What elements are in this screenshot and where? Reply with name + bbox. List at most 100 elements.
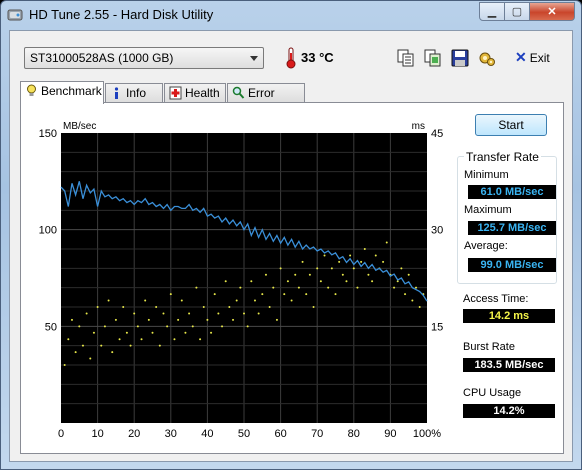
access-time-point (125, 331, 128, 334)
y-left-tick-label: 150 (39, 128, 57, 140)
magnifier-icon (232, 86, 245, 99)
access-time-point (404, 293, 407, 296)
access-time-label: Access Time: (463, 293, 529, 305)
access-time-point (122, 306, 125, 308)
access-time-point (316, 267, 319, 270)
y-left-tick-label: 50 (45, 321, 57, 333)
access-time-point (268, 306, 271, 308)
access-time-point (301, 260, 304, 263)
access-time-point (78, 325, 81, 328)
info-icon (114, 87, 119, 99)
access-time-point (382, 260, 385, 263)
access-time-point (85, 312, 88, 315)
access-time-point (202, 306, 205, 308)
caption-buttons: ▁ ▢ ✕ (479, 2, 575, 21)
access-time-point (191, 325, 194, 328)
access-time-point (253, 299, 256, 302)
access-time-point (221, 325, 224, 328)
maximize-icon: ▢ (511, 6, 523, 18)
average-value: 99.0 MB/sec (468, 258, 556, 272)
burst-rate-value: 183.5 MB/sec (463, 358, 555, 372)
access-time-point (264, 273, 267, 276)
access-time-point (257, 312, 260, 315)
access-time-point (338, 260, 341, 263)
access-time-point (327, 286, 330, 289)
access-time-point (415, 286, 418, 289)
drive-select-value: ST31000528AS (1000 GB) (30, 51, 174, 65)
x-tick-label: 60 (274, 428, 286, 440)
tab-info[interactable]: Info (105, 83, 163, 103)
tab-benchmark[interactable]: Benchmark (20, 81, 104, 104)
title-bar: HD Tune 2.55 - Hard Disk Utility ▁ ▢ ✕ (1, 1, 581, 29)
access-time-point (297, 286, 300, 289)
access-time-point (199, 338, 202, 341)
access-time-point (100, 344, 103, 347)
access-time-value: 14.2 ms (463, 309, 555, 323)
access-time-point (147, 318, 150, 321)
save-icon[interactable] (450, 48, 470, 68)
access-time-point (371, 280, 374, 283)
access-time-point (374, 254, 377, 257)
y-right-axis-label: ms (412, 121, 425, 132)
access-time-point (345, 280, 348, 283)
maximize-button[interactable]: ▢ (505, 2, 530, 21)
access-time-point (217, 312, 220, 315)
burst-rate-label: Burst Rate (463, 341, 515, 353)
y-left-axis-label: MB/sec (63, 121, 96, 132)
access-time-point (341, 273, 344, 276)
minimum-label: Minimum (464, 169, 509, 181)
access-time-point (81, 344, 84, 347)
x-tick-label: 90 (384, 428, 396, 440)
y-right-tick-label: 15 (431, 321, 443, 333)
temperature-readout: 33 °C (301, 50, 334, 65)
copy-text-icon[interactable] (396, 48, 416, 68)
x-tick-label: 20 (128, 428, 140, 440)
y-right-tick-label: 30 (431, 225, 443, 237)
health-cross-icon (169, 86, 182, 100)
access-time-point (275, 318, 278, 321)
access-time-point (195, 286, 198, 289)
access-time-point (103, 325, 106, 328)
x-tick-label: 30 (165, 428, 177, 440)
options-icon[interactable] (477, 48, 497, 68)
drive-select[interactable]: ST31000528AS (1000 GB) (24, 47, 264, 69)
chevron-down-icon (250, 56, 258, 61)
transfer-rate-chart: 0 10 20 30 40 50 60 70 80 90 100% 150 100 50 45 30 15 MB/… (39, 121, 444, 440)
client-area: ST31000528AS (1000 GB) 33 °C ✕ Exit Benc… (9, 30, 573, 462)
y-left-tick-label: 100 (39, 225, 57, 237)
exit-button[interactable]: ✕ Exit (515, 49, 550, 66)
access-time-point (279, 267, 282, 270)
access-time-point (155, 306, 158, 308)
access-time-point (250, 280, 253, 283)
access-time-point (239, 286, 242, 289)
access-time-point (206, 318, 209, 321)
access-time-point (290, 299, 293, 302)
minimize-button[interactable]: ▁ (479, 2, 505, 21)
access-time-point (188, 312, 191, 315)
access-time-point (136, 325, 139, 328)
access-time-point (235, 299, 238, 302)
access-time-point (92, 331, 95, 334)
copy-screenshot-icon[interactable] (423, 48, 443, 68)
exit-label: Exit (529, 51, 550, 65)
access-time-point (243, 312, 245, 315)
access-time-point (118, 338, 121, 341)
access-time-point (169, 293, 172, 296)
cpu-usage-label: CPU Usage (463, 387, 522, 399)
access-time-point (418, 306, 421, 308)
tab-health[interactable]: Health (164, 83, 226, 103)
access-time-point (114, 318, 117, 321)
access-time-point (67, 338, 70, 341)
close-button[interactable]: ✕ (530, 2, 575, 21)
access-time-point (129, 344, 132, 347)
start-button[interactable]: Start (475, 114, 547, 136)
access-time-point (210, 331, 213, 334)
x-tick-label: 40 (201, 428, 213, 440)
minimize-icon: ▁ (487, 6, 497, 18)
x-tick-label: 100% (413, 428, 441, 440)
access-time-point (411, 299, 414, 302)
app-window: HD Tune 2.55 - Hard Disk Utility ▁ ▢ ✕ S… (0, 0, 582, 470)
access-time-point (162, 312, 165, 315)
tab-error-scan[interactable]: Error Scan (227, 83, 305, 118)
access-time-point (213, 293, 216, 296)
